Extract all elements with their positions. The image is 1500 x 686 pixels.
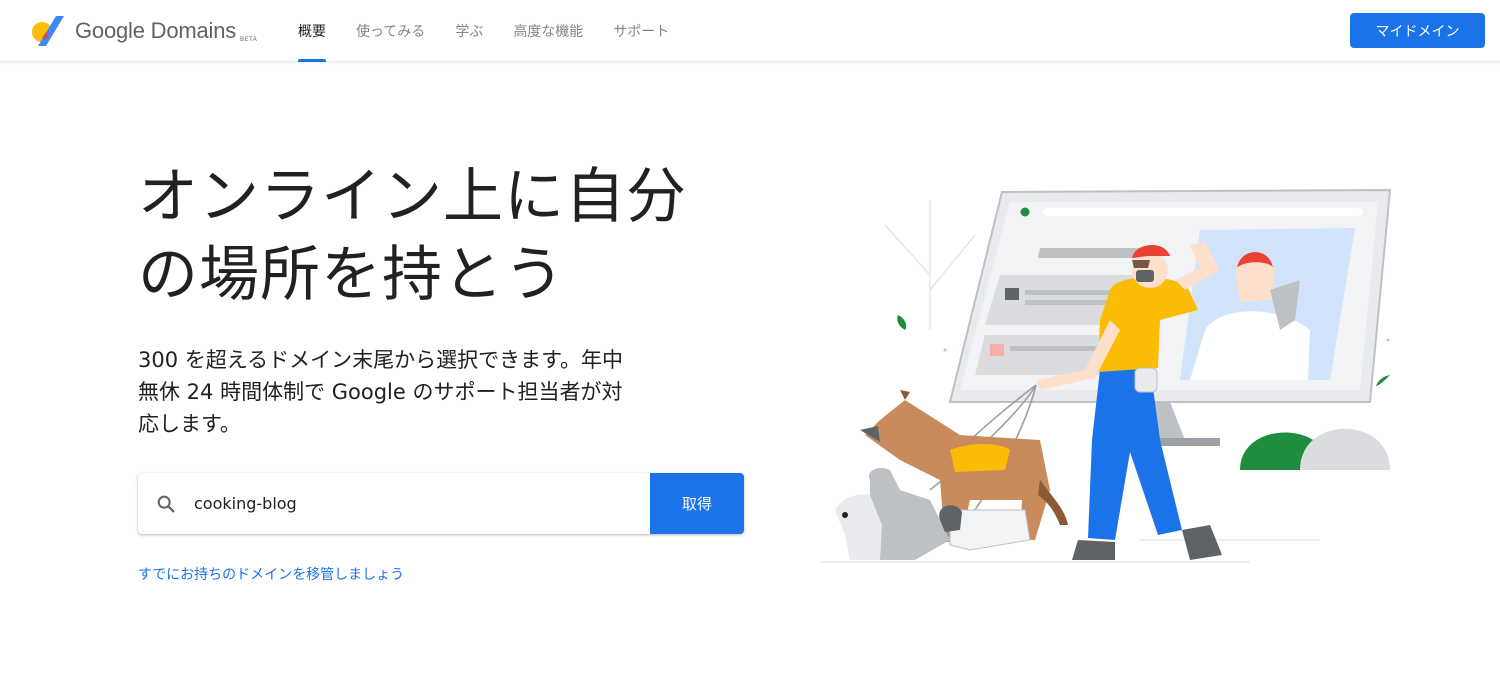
nav-tab-advanced-features[interactable]: 高度な機能 — [513, 0, 583, 62]
nav-tab-label: 高度な機能 — [513, 24, 584, 40]
domain-search-input[interactable] — [194, 473, 650, 534]
logo-text: Google Domains — [75, 18, 237, 43]
hero-title-line-2: の場所を持とう — [138, 240, 565, 310]
hero-illustration — [820, 188, 1392, 563]
hero-subtitle: 300 を超えるドメイン末尾から選択できます。年中無休 24 時間体制で Goo… — [138, 348, 624, 436]
domain-search-box: 取得 — [138, 473, 744, 534]
top-header: Google Domains BETA 概要 使ってみる 学ぶ 高度な機能 サポ… — [0, 0, 1500, 62]
main-nav: 概要 使ってみる 学ぶ 高度な機能 サポート — [298, 0, 669, 62]
search-icon — [138, 473, 194, 534]
bushes — [1240, 428, 1390, 470]
nav-tab-label: 学ぶ — [455, 24, 484, 40]
transfer-domain-link[interactable]: すでにお持ちのドメインを移管しましょう — [138, 564, 404, 584]
grey-dog — [835, 468, 950, 560]
nav-tab-overview[interactable]: 概要 — [298, 0, 326, 62]
get-domain-button[interactable]: 取得 — [650, 473, 744, 534]
nav-tab-label: 概要 — [298, 24, 326, 40]
hero-title: オンライン上に自分 の場所を持とう — [138, 158, 738, 314]
nav-tab-support[interactable]: サポート — [613, 0, 669, 62]
my-domains-button[interactable]: マイドメイン — [1350, 13, 1485, 48]
hero-title-line-1: オンライン上に自分 — [138, 162, 687, 232]
monitor — [948, 188, 1392, 446]
nav-tab-label: サポート — [613, 24, 670, 40]
google-domains-logo-icon — [32, 16, 64, 46]
white-dog — [939, 505, 1031, 551]
nav-tab-label: 使ってみる — [356, 24, 426, 40]
beta-badge: BETA — [240, 37, 258, 43]
nav-tab-learn[interactable]: 学ぶ — [455, 0, 483, 62]
active-tab-indicator — [298, 59, 326, 62]
nav-tab-get-started[interactable]: 使ってみる — [356, 0, 425, 62]
google-domains-logo[interactable]: Google Domains BETA — [30, 14, 257, 48]
